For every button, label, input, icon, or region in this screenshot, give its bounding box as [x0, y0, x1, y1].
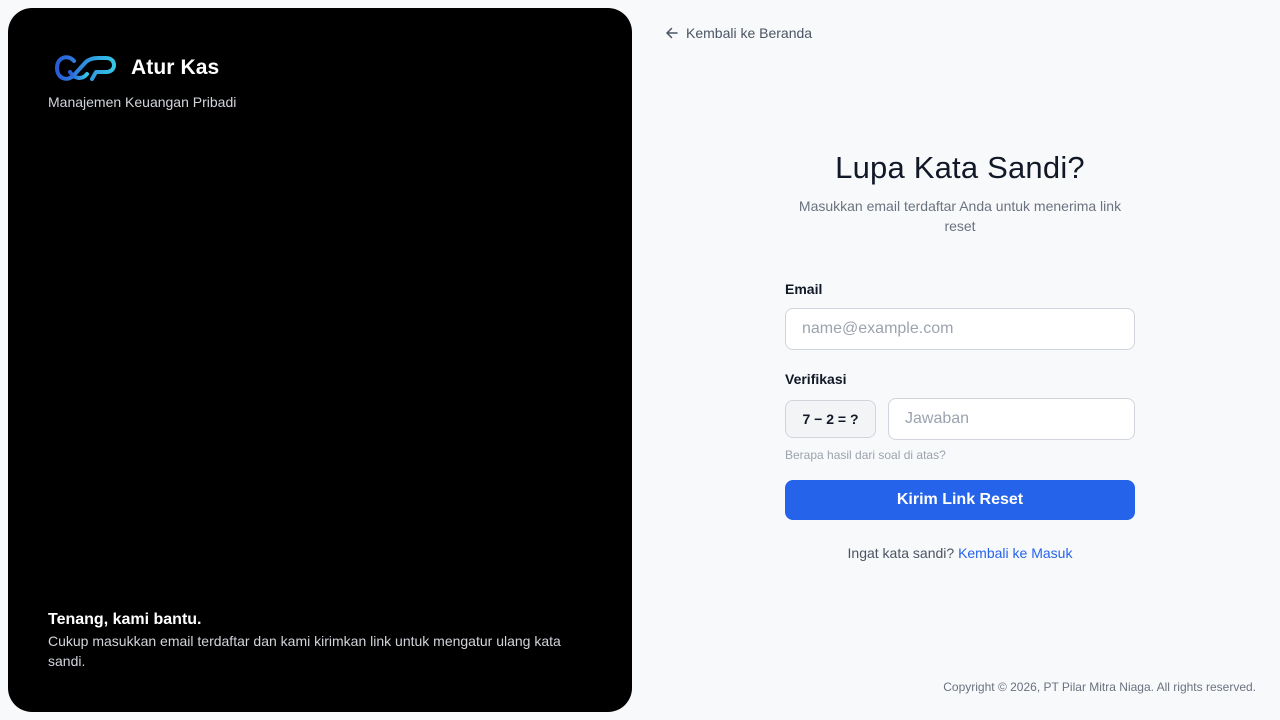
email-field[interactable] — [785, 308, 1135, 350]
copyright: Copyright © 2026, PT Pilar Mitra Niaga. … — [943, 680, 1256, 694]
send-reset-link-button[interactable]: Kirim Link Reset — [785, 480, 1135, 520]
reassurance-block: Tenang, kami bantu. Cukup masukkan email… — [48, 611, 578, 671]
reassurance-text: Cukup masukkan email terdaftar dan kami … — [48, 633, 561, 669]
atur-kas-logo-icon — [55, 55, 116, 81]
brand: Atur Kas — [54, 52, 219, 84]
page-title: Lupa Kata Sandi? — [835, 150, 1085, 185]
back-to-home-link[interactable]: Kembali ke Beranda — [665, 25, 812, 41]
captcha-question: 7 − 2 = ? — [785, 400, 876, 438]
captcha-answer-field[interactable] — [888, 398, 1135, 440]
remember-password-row: Ingat kata sandi? Kembali ke Masuk — [785, 545, 1135, 561]
back-to-login-link[interactable]: Kembali ke Masuk — [958, 545, 1072, 561]
brand-name: Atur Kas — [131, 56, 220, 79]
remember-text: Ingat kata sandi? — [847, 545, 959, 561]
arrow-left-icon — [666, 27, 678, 39]
captcha-hint: Berapa hasil dari soal di atas? — [785, 448, 946, 462]
brand-panel: Atur Kas Manajemen Keuangan Pribadi Tena… — [8, 8, 632, 712]
verification-label: Verifikasi — [785, 371, 847, 387]
back-link-label: Kembali ke Beranda — [686, 25, 813, 41]
email-label: Email — [785, 281, 823, 297]
brand-tagline: Manajemen Keuangan Pribadi — [48, 94, 237, 110]
reassurance-title: Tenang, kami bantu. — [48, 611, 202, 628]
page-subtitle: Masukkan email terdaftar Anda untuk mene… — [798, 198, 1122, 234]
